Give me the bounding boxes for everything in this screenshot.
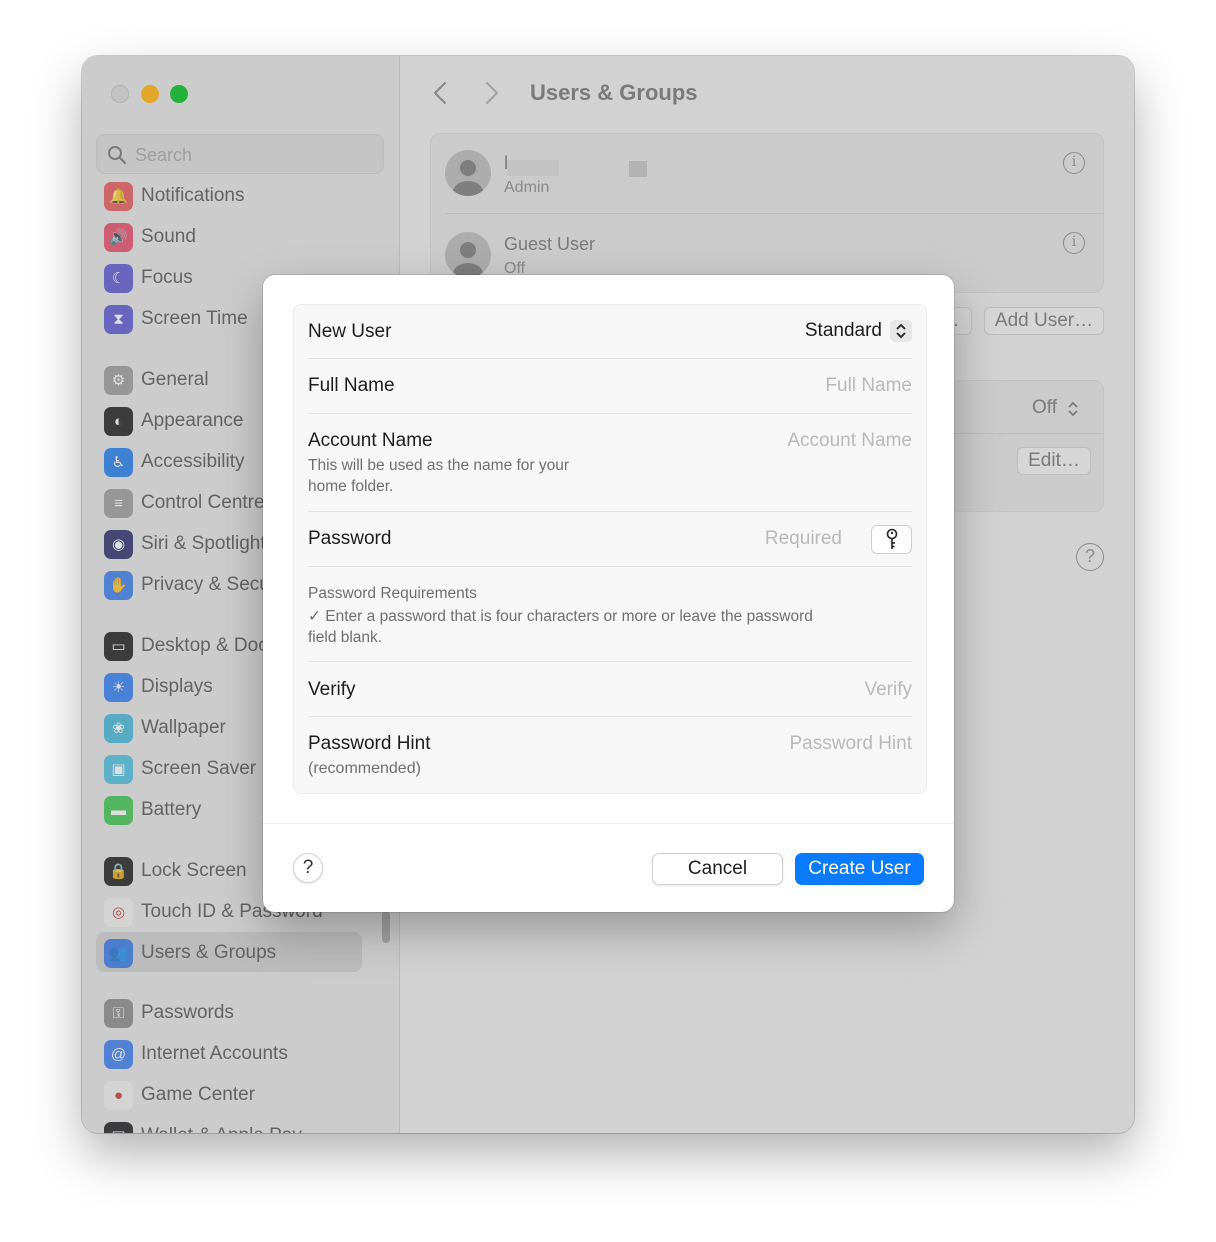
row-new-user: New User Standard [308, 305, 912, 359]
help-button[interactable]: ? [293, 853, 323, 883]
password-assistant-button[interactable] [871, 525, 912, 554]
row-password-requirements: Password Requirements ✓ Enter a password… [308, 567, 912, 662]
requirements-line2: field blank. [308, 629, 383, 646]
account-name-field[interactable]: Account Name [612, 430, 912, 452]
new-user-form: New User Standard Full Name Full Name Ac… [293, 304, 927, 794]
new-user-dialog: New User Standard Full Name Full Name Ac… [263, 275, 954, 912]
row-password: Password Required [308, 512, 912, 567]
footer-divider [263, 823, 954, 824]
create-user-button[interactable]: Create User [795, 853, 924, 885]
account-name-label: Account Name [308, 430, 433, 451]
password-label: Password [308, 528, 392, 549]
new-user-label: New User [308, 321, 392, 342]
cancel-button[interactable]: Cancel [652, 853, 783, 885]
requirements-line1: ✓ Enter a password that is four characte… [308, 608, 813, 625]
full-name-label: Full Name [308, 375, 395, 396]
password-hint-sub: (recommended) [308, 760, 421, 777]
key-icon [886, 528, 897, 549]
row-account-name: Account Name Account Name This will be u… [308, 414, 912, 512]
password-hint-label: Password Hint [308, 733, 431, 754]
row-full-name: Full Name Full Name [308, 359, 912, 414]
verify-field[interactable]: Verify [612, 679, 912, 701]
password-hint-field[interactable]: Password Hint [612, 733, 913, 755]
row-verify: Verify Verify [308, 662, 912, 717]
account-type-value: Standard [804, 320, 882, 341]
full-name-field[interactable]: Full Name [612, 375, 912, 397]
row-password-hint: Password Hint (recommended) Password Hin… [308, 717, 912, 792]
account-name-note-line1: This will be used as the name for your [308, 457, 570, 474]
chevron-up-down-icon [890, 320, 912, 342]
password-field[interactable]: Required [642, 528, 842, 550]
account-name-note-line2: home folder. [308, 478, 394, 495]
verify-label: Verify [308, 679, 356, 700]
account-type-popup[interactable]: Standard [805, 317, 912, 345]
requirements-title: Password Requirements [308, 585, 477, 602]
